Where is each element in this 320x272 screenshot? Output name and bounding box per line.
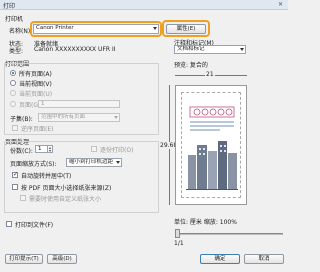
collate-label: 逐份打印(O) bbox=[100, 147, 134, 154]
comments-dropdown[interactable]: 文档和标记 bbox=[174, 45, 246, 54]
cancel-button[interactable]: 取消 bbox=[244, 254, 284, 264]
properties-button[interactable]: 属性(E) bbox=[166, 24, 206, 34]
print-to-file-checkbox[interactable] bbox=[6, 221, 12, 227]
ok-button[interactable]: 确定 bbox=[200, 254, 240, 264]
all-pages-radio[interactable] bbox=[10, 70, 16, 76]
current-page-label: 当前页面(U) bbox=[19, 91, 53, 98]
copies-input[interactable]: 1 bbox=[35, 145, 48, 153]
close-icon[interactable]: ✕ bbox=[276, 1, 285, 8]
page-slider-track[interactable] bbox=[175, 233, 283, 235]
page-margin-box bbox=[181, 92, 241, 198]
pdf-paper-label: 按 PDF 页面大小选择纸张来源(Z) bbox=[21, 185, 112, 192]
chevron-down-icon bbox=[240, 48, 244, 51]
subset-value: 范围中的所有页面 bbox=[41, 114, 86, 120]
preview-width: 21 bbox=[205, 71, 215, 78]
reverse-pages-label: 逆序页面(E) bbox=[21, 126, 54, 133]
type-label: 类型: bbox=[9, 48, 24, 55]
scaling-label: 页面缩放方式(S): bbox=[10, 161, 57, 168]
scaling-dropdown[interactable]: 缩小到打印机边距 bbox=[66, 158, 122, 167]
pages-input[interactable]: 1 bbox=[38, 100, 120, 108]
current-view-radio[interactable] bbox=[10, 80, 16, 86]
auto-rotate-label: 自动旋转并居中(T) bbox=[21, 173, 72, 180]
comments-value: 文档和标记 bbox=[177, 46, 205, 52]
chevron-down-icon bbox=[116, 161, 120, 164]
chevron-down-icon bbox=[153, 27, 157, 30]
advanced-button[interactable]: 高级(D) bbox=[47, 254, 77, 264]
page-slider-thumb[interactable] bbox=[175, 229, 180, 238]
print-tips-button[interactable]: 打印提示(T) bbox=[5, 254, 43, 264]
page-preview bbox=[175, 85, 247, 205]
collate-checkbox[interactable] bbox=[91, 146, 97, 152]
current-view-label: 当前视图(V) bbox=[19, 81, 52, 88]
printer-heading: 打印机 bbox=[5, 16, 24, 23]
auto-rotate-checkbox[interactable] bbox=[12, 171, 18, 178]
scaling-value: 缩小到打印机边距 bbox=[69, 159, 114, 165]
copies-stepper[interactable] bbox=[48, 145, 53, 153]
printer-name-dropdown[interactable]: Canon Printer bbox=[33, 24, 159, 34]
type-value: Canon XXXXXXXXXX UFR II bbox=[34, 46, 116, 53]
subset-label: 子集(B): bbox=[10, 116, 33, 123]
reverse-pages-checkbox[interactable] bbox=[12, 125, 18, 131]
current-page-radio[interactable] bbox=[10, 90, 16, 96]
city-illustration bbox=[186, 106, 238, 190]
page-counter: 1/1 bbox=[174, 240, 184, 247]
all-pages-label: 所有页面(A) bbox=[19, 71, 52, 78]
printer-name-label: 名称(N): bbox=[9, 28, 33, 35]
pdf-paper-checkbox[interactable] bbox=[12, 184, 18, 190]
printer-name-value: Canon Printer bbox=[36, 25, 74, 31]
print-to-file-label: 打印到文件(F) bbox=[15, 222, 54, 229]
title-bar: 打印 ✕ bbox=[0, 0, 288, 10]
window-title: 打印 bbox=[3, 3, 16, 10]
units-label: 单位: 厘米 缩放: 100% bbox=[174, 219, 237, 226]
preview-label: 预览: 复合的 bbox=[174, 62, 208, 69]
custom-paper-checkbox[interactable] bbox=[20, 195, 26, 201]
copies-label: 份数(C): bbox=[10, 148, 33, 155]
custom-paper-label: 需要时使用自定义纸张大小 bbox=[29, 196, 102, 203]
pages-radio[interactable] bbox=[10, 101, 16, 107]
chevron-down-icon bbox=[114, 116, 118, 119]
subset-dropdown[interactable]: 范围中的所有页面 bbox=[38, 113, 120, 122]
